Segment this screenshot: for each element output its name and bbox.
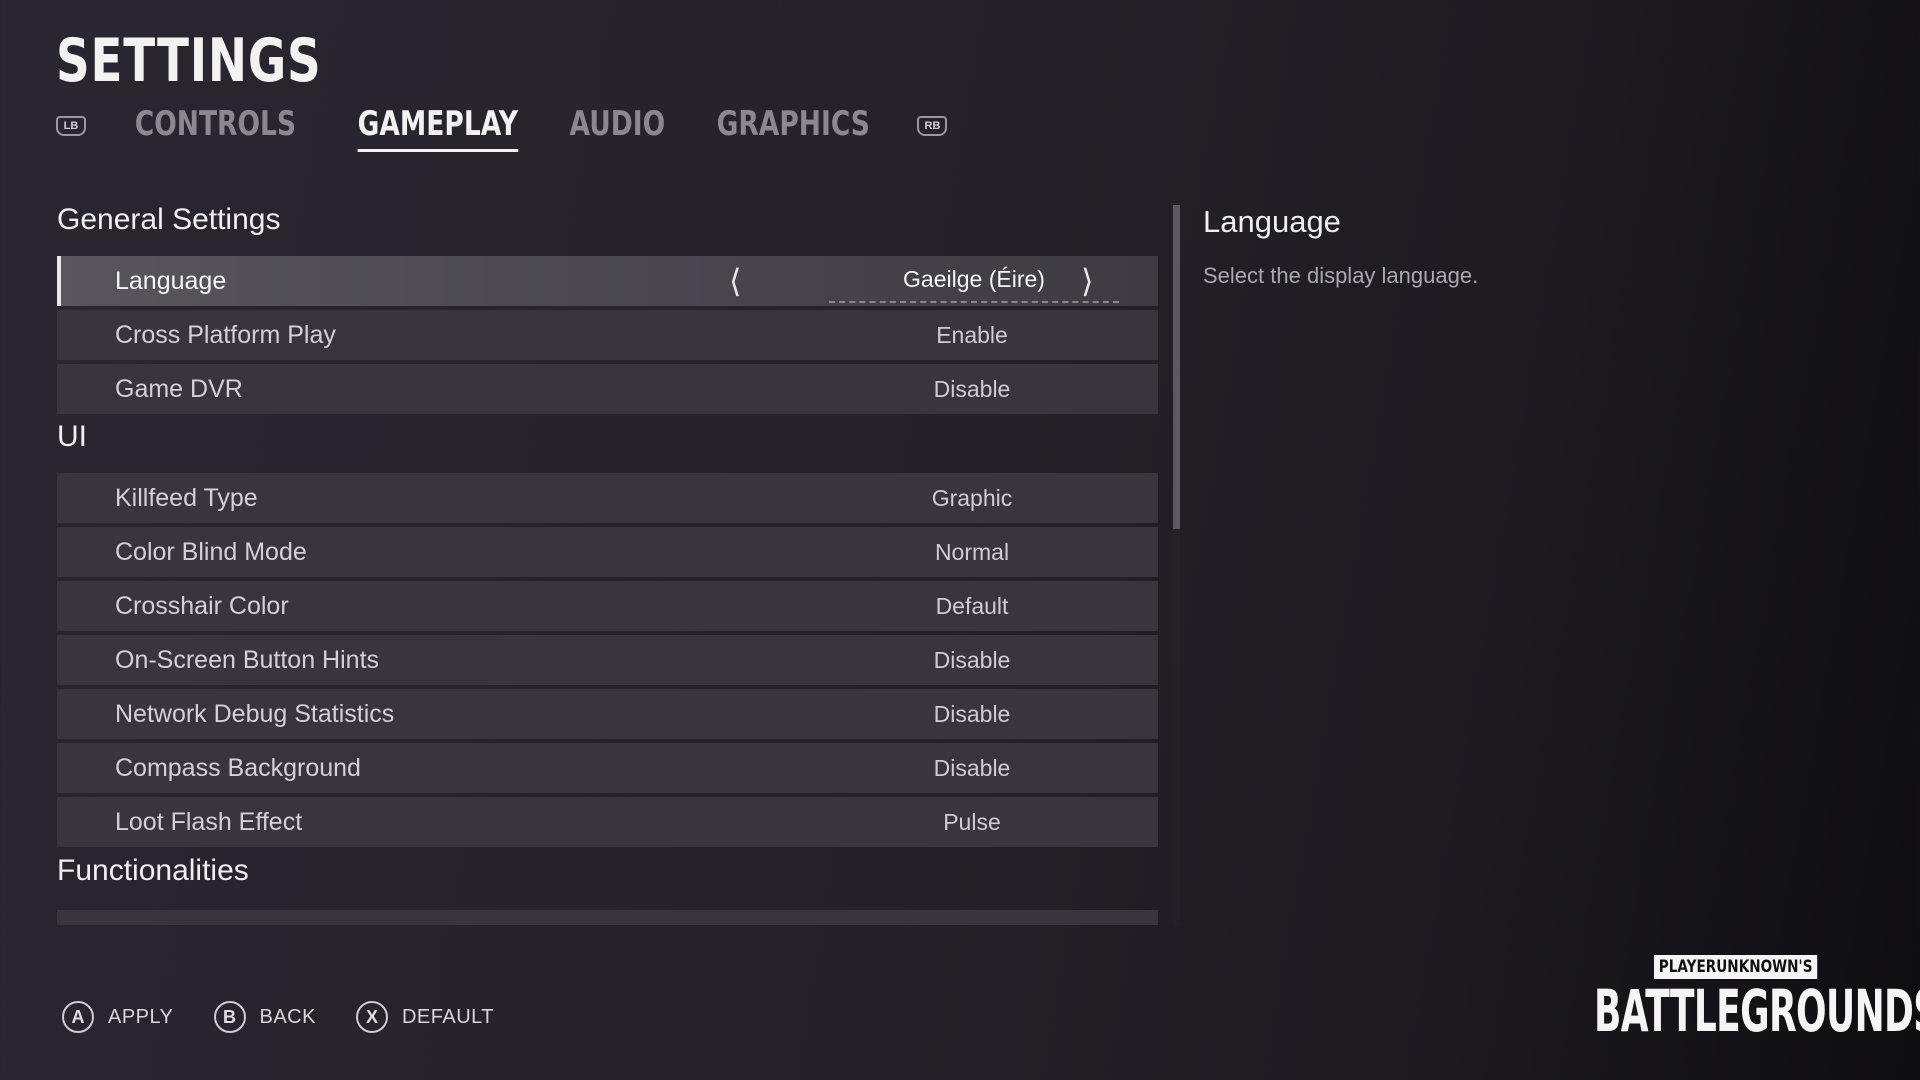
setting-value: Pulse xyxy=(943,808,1001,835)
setting-row-killfeed-type[interactable]: Killfeed Type Graphic xyxy=(57,473,1158,523)
scrollbar-thumb[interactable] xyxy=(1173,205,1180,529)
setting-row-language[interactable]: Language ⟨ Gaeilge (Éire) ⟩ xyxy=(57,256,1158,306)
default-label: DEFAULT xyxy=(401,1005,495,1028)
setting-row-network-debug-statistics[interactable]: Network Debug Statistics Disable xyxy=(57,689,1158,739)
x-button-icon: X xyxy=(355,1001,388,1033)
apply-label: APPLY xyxy=(108,1005,174,1028)
language-value: Gaeilge (Éire) xyxy=(829,259,1119,303)
tab-controls[interactable]: CONTROLS xyxy=(135,104,296,148)
setting-label: Color Blind Mode xyxy=(115,537,307,566)
setting-row-partial[interactable] xyxy=(57,910,1158,925)
setting-value: Disable xyxy=(933,375,1011,402)
footer-button-bar: A APPLY B BACK X DEFAULT xyxy=(62,1001,534,1033)
functionalities-list-clipped xyxy=(57,910,1158,925)
setting-value: Normal xyxy=(934,538,1010,565)
setting-value: Enable xyxy=(936,321,1008,348)
chevron-left-icon[interactable]: ⟨ xyxy=(729,262,741,300)
lb-bumper-icon[interactable]: LB xyxy=(56,116,86,136)
setting-value: Default xyxy=(935,592,1009,619)
chevron-right-icon[interactable]: ⟩ xyxy=(1081,262,1093,300)
setting-row-loot-flash-effect[interactable]: Loot Flash Effect Pulse xyxy=(57,797,1158,847)
setting-row-color-blind-mode[interactable]: Color Blind Mode Normal xyxy=(57,527,1158,577)
page-title: SETTINGS xyxy=(56,26,322,96)
rb-bumper-icon[interactable]: RB xyxy=(917,116,948,136)
setting-label: On-Screen Button Hints xyxy=(115,645,380,674)
setting-row-game-dvr[interactable]: Game DVR Disable xyxy=(57,364,1158,414)
setting-row-crosshair-color[interactable]: Crosshair Color Default xyxy=(57,581,1158,631)
setting-label: Loot Flash Effect xyxy=(115,807,303,836)
setting-label: Language xyxy=(115,266,227,295)
default-button[interactable]: X DEFAULT xyxy=(355,1001,495,1033)
setting-row-compass-background[interactable]: Compass Background Disable xyxy=(57,743,1158,793)
settings-tabs: LB CONTROLS GAMEPLAY AUDIO GRAPHICS RB xyxy=(56,104,948,152)
b-button-icon: B xyxy=(213,1001,246,1033)
setting-label: Network Debug Statistics xyxy=(115,699,395,728)
tab-gameplay[interactable]: GAMEPLAY xyxy=(357,104,518,152)
back-button[interactable]: B BACK xyxy=(213,1001,316,1033)
section-title-functionalities: Functionalities xyxy=(57,854,249,887)
setting-label: Compass Background xyxy=(115,753,361,782)
tab-audio[interactable]: AUDIO xyxy=(570,104,666,148)
logo-top-text: PLAYERUNKNOWN'S xyxy=(1654,955,1818,979)
detail-title: Language xyxy=(1203,204,1341,239)
detail-description: Select the display language. xyxy=(1203,263,1479,288)
setting-row-on-screen-button-hints[interactable]: On-Screen Button Hints Disable xyxy=(57,635,1158,685)
setting-value: Disable xyxy=(933,754,1011,781)
setting-value: Disable xyxy=(933,700,1011,727)
general-settings-list: Language ⟨ Gaeilge (Éire) ⟩ Cross Platfo… xyxy=(57,256,1158,418)
pubg-logo: PLAYERUNKNOWN'S BATTLEGROUNDS xyxy=(1594,955,1920,1045)
setting-label: Game DVR xyxy=(115,374,243,403)
tab-graphics[interactable]: GRAPHICS xyxy=(717,104,870,148)
setting-value: Graphic xyxy=(931,484,1013,511)
back-label: BACK xyxy=(259,1005,316,1028)
ui-settings-list: Killfeed Type Graphic Color Blind Mode N… xyxy=(57,473,1158,851)
setting-label: Killfeed Type xyxy=(115,483,258,512)
setting-row-cross-platform-play[interactable]: Cross Platform Play Enable xyxy=(57,310,1158,360)
section-title-ui: UI xyxy=(57,420,87,453)
apply-button[interactable]: A APPLY xyxy=(62,1001,174,1033)
logo-main-text: BATTLEGROUNDS xyxy=(1594,977,1920,1045)
setting-label: Cross Platform Play xyxy=(115,320,336,349)
section-title-general: General Settings xyxy=(57,203,281,236)
a-button-icon: A xyxy=(62,1001,94,1033)
settings-scrollbar[interactable] xyxy=(1173,205,1180,925)
setting-value: Disable xyxy=(933,646,1011,673)
setting-label: Crosshair Color xyxy=(115,591,289,620)
